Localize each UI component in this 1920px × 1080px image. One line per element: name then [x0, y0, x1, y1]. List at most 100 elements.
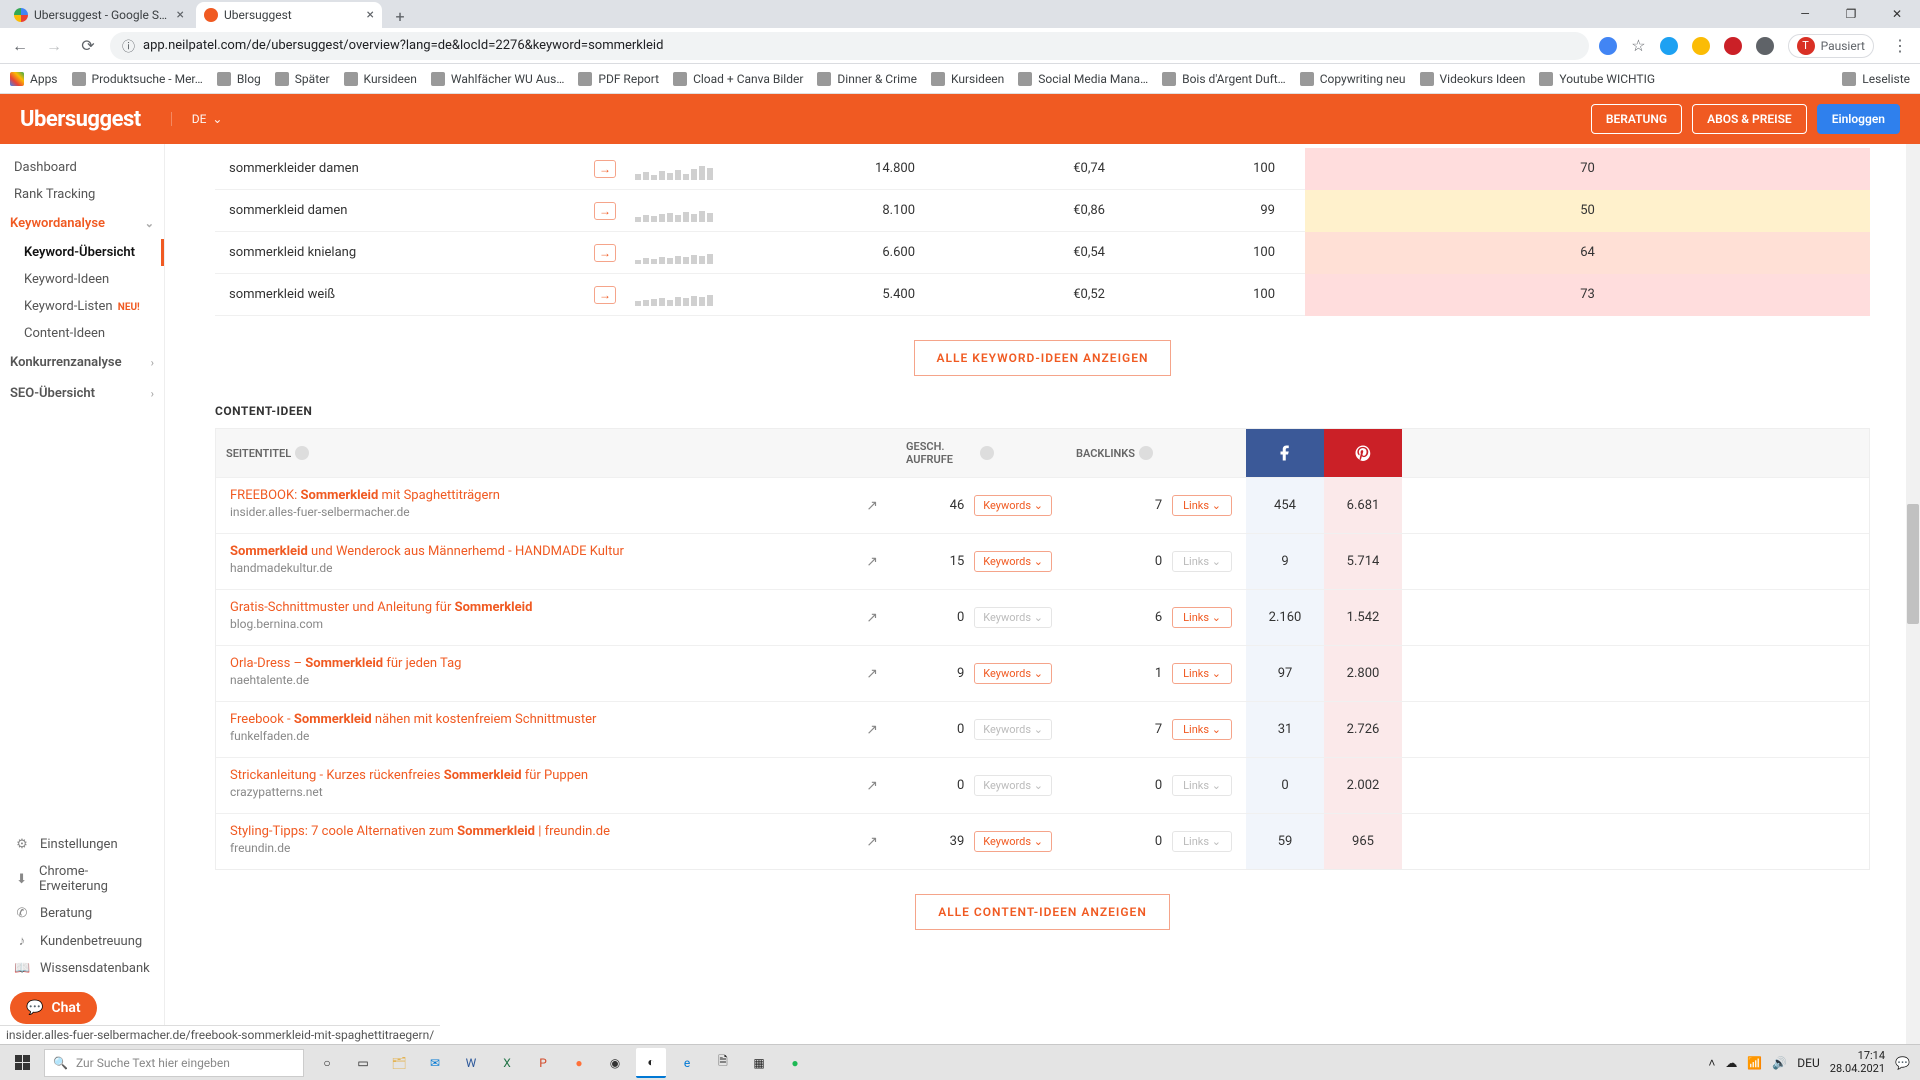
- sidebar-consulting[interactable]: ✆Beratung: [0, 900, 164, 927]
- expand-button[interactable]: →: [575, 244, 635, 262]
- page-title-link[interactable]: Styling-Tipps: 7 coole Alternativen zum …: [230, 824, 610, 839]
- scrollbar-thumb[interactable]: [1907, 504, 1919, 624]
- plans-button[interactable]: ABOS & PREISE: [1692, 104, 1807, 134]
- external-link-icon[interactable]: ↗: [866, 498, 878, 514]
- bookmark-item[interactable]: Blog: [217, 72, 261, 86]
- sidebar-knowledge[interactable]: 📖Wissensdatenbank: [0, 955, 164, 982]
- bookmark-item[interactable]: Youtube WICHTIG: [1539, 72, 1655, 86]
- page-title-link[interactable]: Freebook - Sommerkleid nähen mit kostenf…: [230, 712, 596, 727]
- new-tab-button[interactable]: +: [386, 7, 414, 28]
- sidebar-support[interactable]: ♪Kundenbetreuung: [0, 927, 164, 955]
- keywords-dropdown[interactable]: Keywords ⌄: [974, 663, 1052, 684]
- ext-icon[interactable]: [1692, 37, 1710, 55]
- external-link-icon[interactable]: ↗: [866, 778, 878, 794]
- keywords-dropdown[interactable]: Keywords ⌄: [974, 831, 1052, 852]
- taskbar-search[interactable]: 🔍 Zur Suche Text hier eingeben: [44, 1049, 304, 1077]
- keyword-row[interactable]: sommerkleid knielang→6.600€0,5410064: [215, 232, 1870, 274]
- language-selector[interactable]: DE ⌄: [171, 112, 223, 126]
- bookmark-item[interactable]: Produktsuche - Mer…: [72, 72, 203, 86]
- site-info-icon[interactable]: ⓘ: [122, 36, 135, 55]
- expand-button[interactable]: →: [575, 286, 635, 304]
- sidebar-keyword-lists[interactable]: Keyword-Listen NEU!: [0, 293, 164, 320]
- tray-chevron-icon[interactable]: ˄: [1708, 1056, 1715, 1070]
- keyword-row[interactable]: sommerkleider damen→14.800€0,7410070: [215, 148, 1870, 190]
- apps-shortcut[interactable]: Apps: [10, 72, 58, 86]
- page-title-link[interactable]: Sommerkleid und Wenderock aus Männerhemd…: [230, 544, 624, 559]
- sidebar-content-ideas[interactable]: Content-Ideen: [0, 320, 164, 347]
- excel-icon[interactable]: X: [492, 1048, 522, 1078]
- links-dropdown[interactable]: Links ⌄: [1172, 663, 1232, 684]
- sidebar-dashboard[interactable]: Dashboard: [0, 154, 164, 181]
- page-title-link[interactable]: Orla-Dress – Sommerkleid für jeden Tag: [230, 656, 461, 671]
- bookmark-star-icon[interactable]: [1631, 36, 1645, 55]
- tray-clock[interactable]: 17:14 28.04.2021: [1830, 1050, 1885, 1074]
- gtranslate-ext-icon[interactable]: [1599, 37, 1617, 55]
- brand-logo[interactable]: Ubersuggest: [20, 107, 141, 132]
- th-visits[interactable]: GESCH. AUFRUFE: [896, 440, 1066, 466]
- cloud-icon[interactable]: ☁: [1725, 1056, 1737, 1070]
- nav-reload-icon[interactable]: ⟳: [76, 36, 100, 55]
- links-dropdown[interactable]: Links ⌄: [1172, 719, 1232, 740]
- sidebar-group-seo[interactable]: SEO-Übersicht›: [0, 378, 164, 409]
- firefox-icon[interactable]: ●: [564, 1048, 594, 1078]
- notifications-icon[interactable]: 💬: [1895, 1056, 1910, 1070]
- links-dropdown[interactable]: Links ⌄: [1172, 495, 1232, 516]
- tab-close-icon[interactable]: ×: [367, 7, 374, 23]
- expand-button[interactable]: →: [575, 160, 635, 178]
- bookmark-item[interactable]: Cload + Canva Bilder: [673, 72, 803, 86]
- edge-icon[interactable]: e: [672, 1048, 702, 1078]
- bookmark-item[interactable]: Dinner & Crime: [817, 72, 917, 86]
- external-link-icon[interactable]: ↗: [866, 610, 878, 626]
- window-close[interactable]: ✕: [1874, 0, 1920, 28]
- volume-icon[interactable]: 🔊: [1772, 1056, 1787, 1070]
- page-title-link[interactable]: FREEBOOK: Sommerkleid mit Spaghettiträge…: [230, 488, 500, 503]
- nav-back-icon[interactable]: ←: [8, 36, 32, 56]
- bookmark-item[interactable]: PDF Report: [578, 72, 659, 86]
- powerpoint-icon[interactable]: P: [528, 1048, 558, 1078]
- word-icon[interactable]: W: [456, 1048, 486, 1078]
- nav-forward-icon[interactable]: →: [42, 36, 66, 56]
- sidebar-keyword-overview[interactable]: Keyword-Übersicht: [0, 239, 164, 266]
- sidebar-keyword-ideas[interactable]: Keyword-Ideen: [0, 266, 164, 293]
- mail-icon[interactable]: ✉: [420, 1048, 450, 1078]
- sidebar-chrome-ext[interactable]: ⬇Chrome-Erweiterung: [0, 858, 164, 900]
- th-backlinks[interactable]: BACKLINKS: [1066, 446, 1246, 460]
- keywords-dropdown[interactable]: Keywords ⌄: [974, 551, 1052, 572]
- login-button[interactable]: Einloggen: [1817, 104, 1900, 134]
- extensions-icon[interactable]: [1756, 37, 1774, 55]
- chat-widget[interactable]: 💬Chat: [10, 992, 97, 1024]
- explorer-icon[interactable]: 🗂: [384, 1048, 414, 1078]
- system-tray[interactable]: ˄ ☁ 📶 🔊 DEU 17:14 28.04.2021 💬: [1698, 1050, 1920, 1074]
- show-all-keywords-button[interactable]: ALLE KEYWORD-IDEEN ANZEIGEN: [914, 340, 1172, 376]
- external-link-icon[interactable]: ↗: [866, 666, 878, 682]
- sidebar-settings[interactable]: ⚙Einstellungen: [0, 831, 164, 858]
- info-icon[interactable]: [295, 446, 309, 460]
- consulting-button[interactable]: BERATUNG: [1591, 104, 1682, 134]
- browser-tab[interactable]: Ubersuggest - Google Suche ×: [6, 2, 192, 28]
- bookmark-item[interactable]: Wahlfächer WU Aus…: [431, 72, 565, 86]
- bookmark-item[interactable]: Videokurs Ideen: [1420, 72, 1526, 86]
- app-icon[interactable]: ▦: [744, 1048, 774, 1078]
- page-title-link[interactable]: Strickanleitung - Kurzes rückenfreies So…: [230, 768, 588, 783]
- links-dropdown[interactable]: Links ⌄: [1172, 607, 1232, 628]
- ext-icon[interactable]: [1660, 37, 1678, 55]
- window-maximize[interactable]: ❐: [1828, 0, 1874, 28]
- sidebar-group-competition[interactable]: Konkurrenzanalyse›: [0, 347, 164, 378]
- scrollbar[interactable]: [1906, 144, 1920, 1044]
- notepad-icon[interactable]: 🗎: [708, 1048, 738, 1078]
- external-link-icon[interactable]: ↗: [866, 722, 878, 738]
- keywords-dropdown[interactable]: Keywords ⌄: [974, 495, 1052, 516]
- expand-button[interactable]: →: [575, 202, 635, 220]
- info-icon[interactable]: [980, 446, 994, 460]
- chrome-icon[interactable]: ◐: [636, 1048, 666, 1078]
- bookmark-item[interactable]: Kursideen: [931, 72, 1004, 86]
- cortana-icon[interactable]: ○: [312, 1048, 342, 1078]
- bookmark-item[interactable]: Copywriting neu: [1300, 72, 1406, 86]
- external-link-icon[interactable]: ↗: [866, 554, 878, 570]
- reading-list[interactable]: Leseliste: [1842, 72, 1910, 86]
- window-minimize[interactable]: —: [1782, 0, 1828, 28]
- tray-lang[interactable]: DEU: [1797, 1056, 1819, 1070]
- external-link-icon[interactable]: ↗: [866, 834, 878, 850]
- wifi-icon[interactable]: 📶: [1747, 1056, 1762, 1070]
- obs-icon[interactable]: ◉: [600, 1048, 630, 1078]
